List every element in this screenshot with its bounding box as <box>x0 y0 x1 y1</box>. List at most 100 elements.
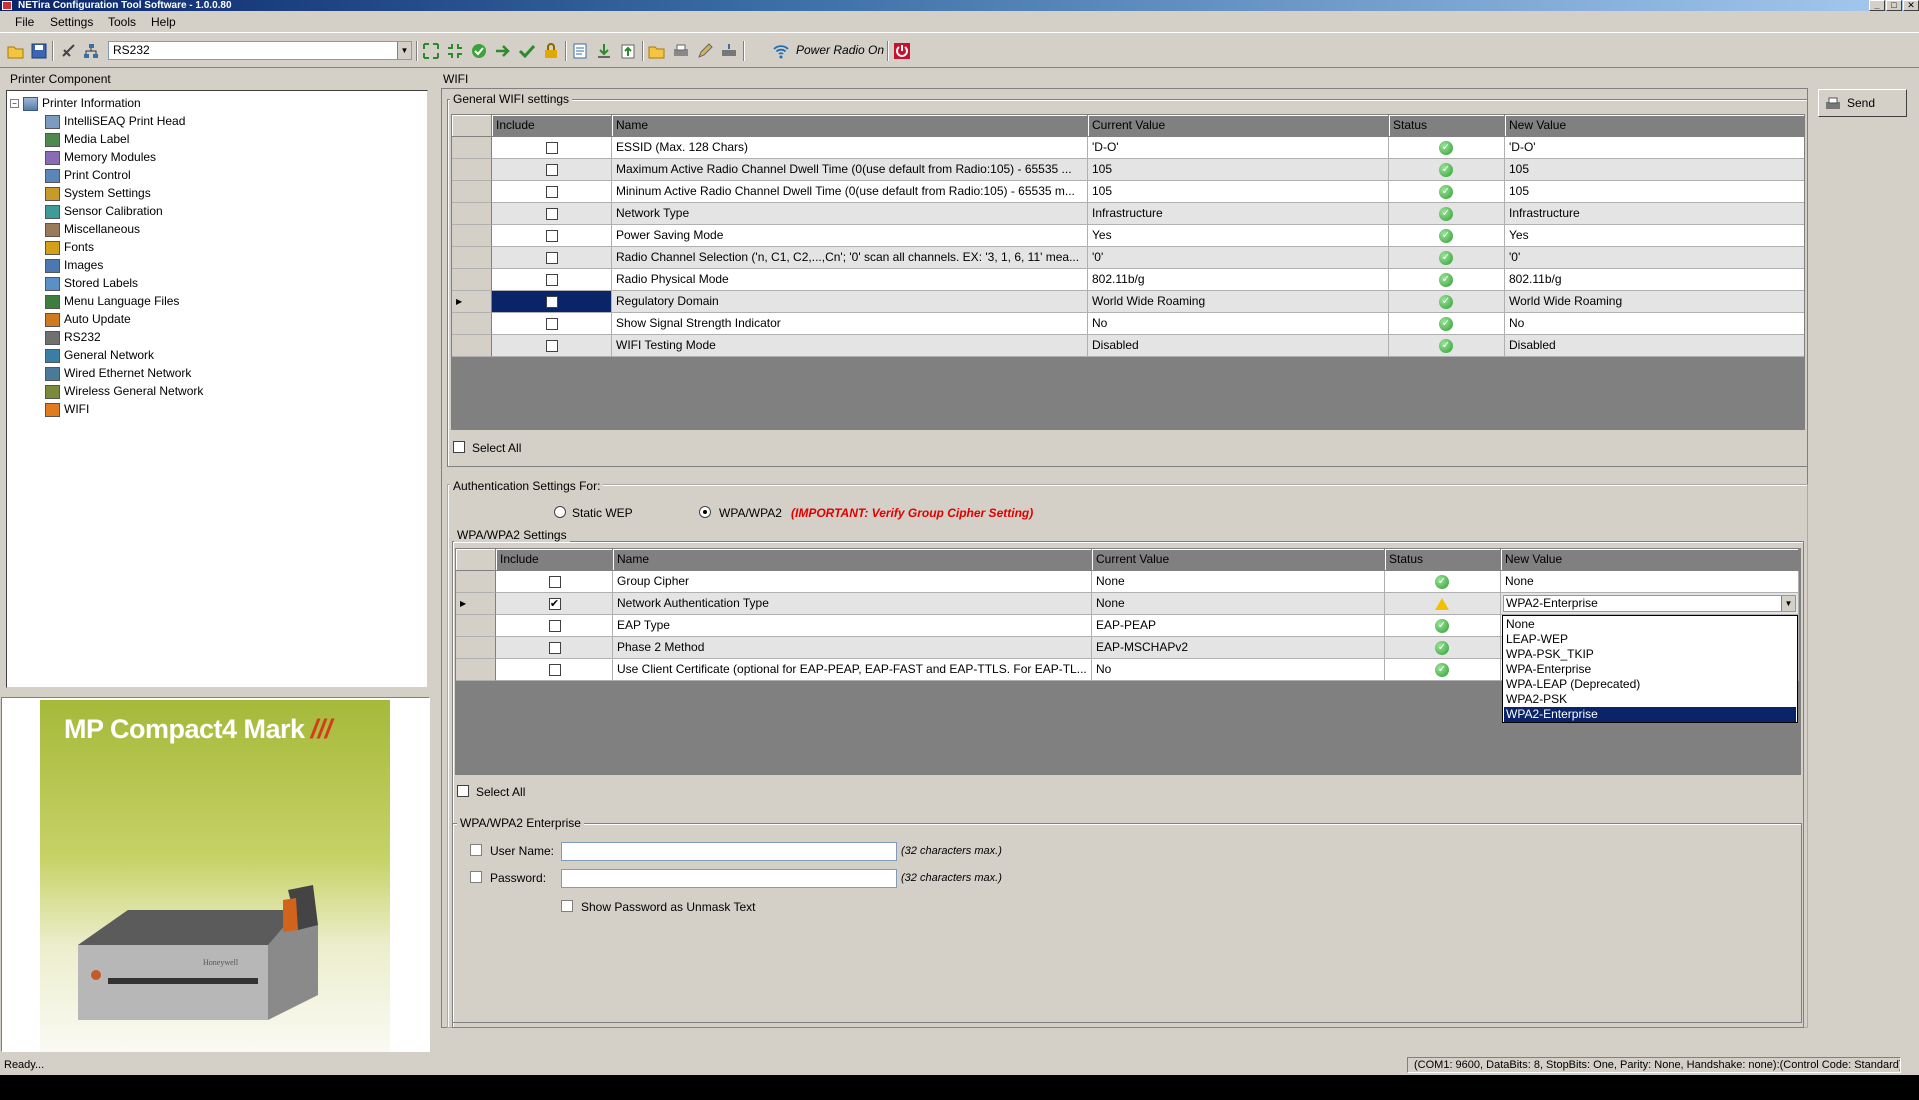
include-checkbox[interactable] <box>546 164 558 176</box>
new-value-cell[interactable]: World Wide Roaming <box>1505 291 1804 313</box>
tree-item-miscellaneous[interactable]: Miscellaneous <box>45 220 140 238</box>
row-selector[interactable] <box>452 225 492 247</box>
include-checkbox[interactable] <box>548 620 561 632</box>
menu-tools[interactable]: Tools <box>108 15 136 29</box>
expand-icon[interactable] <box>422 42 440 60</box>
row-selector[interactable] <box>452 335 492 357</box>
tree-item-media-label[interactable]: Media Label <box>45 130 129 148</box>
power-radio-label[interactable]: Power Radio On <box>796 43 884 57</box>
column-header-include[interactable]: Include <box>492 115 612 137</box>
show-password-checkbox[interactable] <box>561 900 573 912</box>
table-row[interactable]: Show Signal Strength Indicator No ✓ No <box>452 313 1804 335</box>
new-value-cell[interactable]: 105 <box>1505 181 1804 203</box>
include-checkbox[interactable] <box>546 186 558 198</box>
row-selector[interactable]: ▶ <box>452 291 492 313</box>
new-value-cell[interactable]: '0' <box>1505 247 1804 269</box>
dropdown-option[interactable]: None <box>1504 617 1796 632</box>
new-value-cell[interactable]: Disabled <box>1505 335 1804 357</box>
row-selector[interactable] <box>452 247 492 269</box>
include-checkbox[interactable] <box>546 142 558 154</box>
dropdown-option[interactable]: WPA-PSK_TKIP <box>1504 647 1796 662</box>
tree-item-sensor-calibration[interactable]: Sensor Calibration <box>45 202 163 220</box>
tree-item-fonts[interactable]: Fonts <box>45 238 94 256</box>
power-icon[interactable] <box>893 42 911 60</box>
network-tree-icon[interactable] <box>82 42 100 60</box>
edit-icon[interactable] <box>696 42 714 60</box>
tree-root-node[interactable]: − Printer Information <box>10 94 141 112</box>
row-selector[interactable]: ▶ <box>456 593 496 615</box>
row-selector[interactable] <box>456 615 496 637</box>
collapse-toggle-icon[interactable]: − <box>10 99 19 109</box>
chevron-down-icon[interactable]: ▼ <box>1781 596 1795 611</box>
tree-item-general-network[interactable]: General Network <box>45 346 154 364</box>
dropdown-option[interactable]: WPA2-Enterprise <box>1504 707 1796 722</box>
arrow-right-icon[interactable] <box>494 42 512 60</box>
new-value-cell[interactable]: Infrastructure <box>1505 203 1804 225</box>
row-selector[interactable] <box>452 181 492 203</box>
select-all-checkbox[interactable] <box>453 441 465 453</box>
auth-type-select[interactable]: WPA2-Enterprise ▼ <box>1503 595 1796 612</box>
column-header-current-value[interactable]: Current Value <box>1088 115 1389 137</box>
username-input[interactable] <box>561 842 897 861</box>
minimize-button[interactable]: _ <box>1869 0 1885 11</box>
wpa-wpa2-radio[interactable] <box>699 506 711 518</box>
table-row[interactable]: Power Saving Mode Yes ✓ Yes <box>452 225 1804 247</box>
tree-item-wireless-general-network[interactable]: Wireless General Network <box>45 382 203 400</box>
sort-ascending-icon[interactable]: ▲ <box>1074 118 1082 127</box>
connect-icon[interactable] <box>60 42 78 60</box>
printer-network-icon[interactable] <box>720 42 738 60</box>
row-selector[interactable] <box>452 159 492 181</box>
upload-icon[interactable] <box>619 42 637 60</box>
dropdown-option[interactable]: LEAP-WEP <box>1504 632 1796 647</box>
port-select[interactable]: RS232 ▼ <box>108 41 412 60</box>
include-checkbox[interactable] <box>546 340 558 352</box>
checkmark-icon[interactable] <box>518 42 536 60</box>
tree-item-wifi[interactable]: WIFI <box>45 400 89 418</box>
new-value-cell[interactable]: WPA2-Enterprise ▼ <box>1501 593 1799 615</box>
new-value-cell[interactable]: None <box>1501 571 1799 593</box>
dropdown-option[interactable]: WPA-Enterprise <box>1504 662 1796 677</box>
table-row[interactable]: ESSID (Max. 128 Chars) 'D-O' ✓ 'D-O' <box>452 137 1804 159</box>
document-icon[interactable] <box>571 42 589 60</box>
tree-item-intelliseaq-print-head[interactable]: IntelliSEAQ Print Head <box>45 112 185 130</box>
include-checkbox[interactable] <box>546 208 558 220</box>
collapse-icon[interactable] <box>446 42 464 60</box>
password-input[interactable] <box>561 869 897 888</box>
include-checkbox[interactable] <box>548 642 561 654</box>
table-row[interactable]: Maximum Active Radio Channel Dwell Time … <box>452 159 1804 181</box>
include-checkbox[interactable]: ✔ <box>548 598 561 610</box>
wifi-icon[interactable] <box>772 42 790 60</box>
tree-item-auto-update[interactable]: Auto Update <box>45 310 131 328</box>
column-header-name[interactable]: Name <box>612 115 1088 137</box>
tree-item-wired-ethernet-network[interactable]: Wired Ethernet Network <box>45 364 191 382</box>
folder-open-icon[interactable] <box>648 42 666 60</box>
table-row[interactable]: Network Type Infrastructure ✓ Infrastructur… <box>452 203 1804 225</box>
new-value-cell[interactable]: No <box>1505 313 1804 335</box>
chevron-down-icon[interactable]: ▼ <box>397 42 411 59</box>
include-checkbox[interactable] <box>548 576 561 588</box>
row-selector[interactable] <box>452 137 492 159</box>
tree-item-system-settings[interactable]: System Settings <box>45 184 151 202</box>
column-header-status[interactable]: Status <box>1385 549 1501 571</box>
tree-item-menu-language-files[interactable]: Menu Language Files <box>45 292 179 310</box>
tree-item-print-control[interactable]: Print Control <box>45 166 131 184</box>
row-selector[interactable] <box>456 659 496 681</box>
new-value-cell[interactable]: 105 <box>1505 159 1804 181</box>
column-header-new-value[interactable]: New Value <box>1501 549 1799 571</box>
new-value-cell[interactable]: 'D-O' <box>1505 137 1804 159</box>
row-selector[interactable] <box>452 313 492 335</box>
include-checkbox[interactable] <box>546 318 558 330</box>
password-checkbox[interactable] <box>470 871 482 883</box>
lock-icon[interactable] <box>542 42 560 60</box>
table-row[interactable]: Radio Physical Mode 802.11b/g ✓ 802.11b/g <box>452 269 1804 291</box>
column-header-new-value[interactable]: New Value <box>1505 115 1804 137</box>
menu-help[interactable]: Help <box>151 15 176 29</box>
row-selector[interactable] <box>456 571 496 593</box>
download-icon[interactable] <box>595 42 613 60</box>
save-icon[interactable] <box>30 42 48 60</box>
column-header-status[interactable]: Status <box>1389 115 1505 137</box>
new-value-cell[interactable]: Yes <box>1505 225 1804 247</box>
menu-settings[interactable]: Settings <box>50 15 93 29</box>
tree-item-memory-modules[interactable]: Memory Modules <box>45 148 156 166</box>
column-header-include[interactable]: Include <box>496 549 613 571</box>
